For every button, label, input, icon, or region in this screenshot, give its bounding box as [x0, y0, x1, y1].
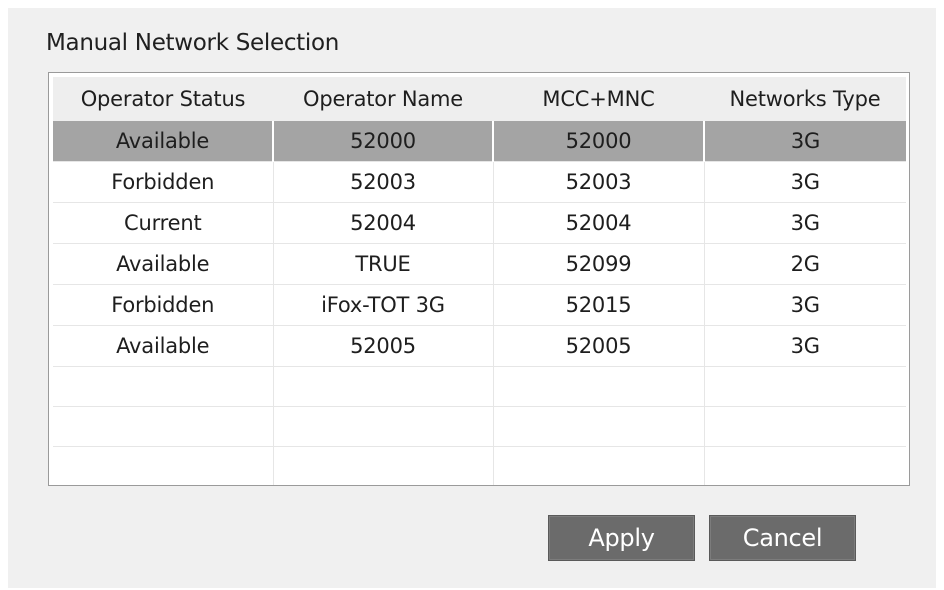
empty-table-row [53, 406, 906, 447]
cell-mcc-mnc: 52003 [493, 161, 705, 203]
table-row[interactable]: Available 52005 52005 3G [53, 325, 906, 367]
table-header-row: Operator Status Operator Name MCC+MNC Ne… [53, 77, 906, 121]
cell-networks-type: 3G [704, 284, 906, 326]
table-row[interactable]: Forbidden 52003 52003 3G [53, 161, 906, 203]
cell-mcc-mnc: 52099 [493, 243, 705, 285]
cell-mcc-mnc: 52000 [493, 121, 705, 162]
cell-operator-name: 52003 [273, 161, 494, 203]
table-row[interactable]: Forbidden iFox-TOT 3G 52015 3G [53, 284, 906, 326]
empty-table-row [53, 446, 906, 485]
apply-button[interactable]: Apply [548, 515, 695, 561]
cell-operator-status: Available [53, 121, 274, 162]
column-header-networks-type[interactable]: Networks Type [704, 77, 906, 121]
cell-operator-status: Available [53, 325, 274, 367]
cell-networks-type: 3G [704, 121, 906, 162]
cell-networks-type: 3G [704, 202, 906, 244]
cell-operator-name: iFox-TOT 3G [273, 284, 494, 326]
cell-mcc-mnc: 52004 [493, 202, 705, 244]
network-grid: Operator Status Operator Name MCC+MNC Ne… [53, 77, 906, 485]
cell-operator-name: 52005 [273, 325, 494, 367]
column-header-operator-status[interactable]: Operator Status [53, 77, 273, 121]
cell-operator-status: Available [53, 243, 274, 285]
empty-table-row [53, 366, 906, 407]
cell-operator-status: Current [53, 202, 274, 244]
table-row[interactable]: Current 52004 52004 3G [53, 202, 906, 244]
cell-networks-type: 2G [704, 243, 906, 285]
column-header-mcc-mnc[interactable]: MCC+MNC [493, 77, 704, 121]
cell-mcc-mnc: 52015 [493, 284, 705, 326]
cell-networks-type: 3G [704, 161, 906, 203]
manual-network-selection-dialog: Manual Network Selection Operator Status… [8, 8, 936, 588]
network-list-table: Operator Status Operator Name MCC+MNC Ne… [48, 72, 910, 486]
dialog-title: Manual Network Selection [46, 30, 340, 56]
cell-operator-status: Forbidden [53, 284, 274, 326]
column-header-operator-name[interactable]: Operator Name [273, 77, 493, 121]
cell-operator-status: Forbidden [53, 161, 274, 203]
cell-mcc-mnc: 52005 [493, 325, 705, 367]
table-row[interactable]: Available TRUE 52099 2G [53, 243, 906, 285]
cancel-button[interactable]: Cancel [709, 515, 856, 561]
table-row[interactable]: Available 52000 52000 3G [53, 121, 906, 162]
cell-operator-name: TRUE [273, 243, 494, 285]
cell-networks-type: 3G [704, 325, 906, 367]
cell-operator-name: 52004 [273, 202, 494, 244]
cell-operator-name: 52000 [273, 121, 494, 162]
